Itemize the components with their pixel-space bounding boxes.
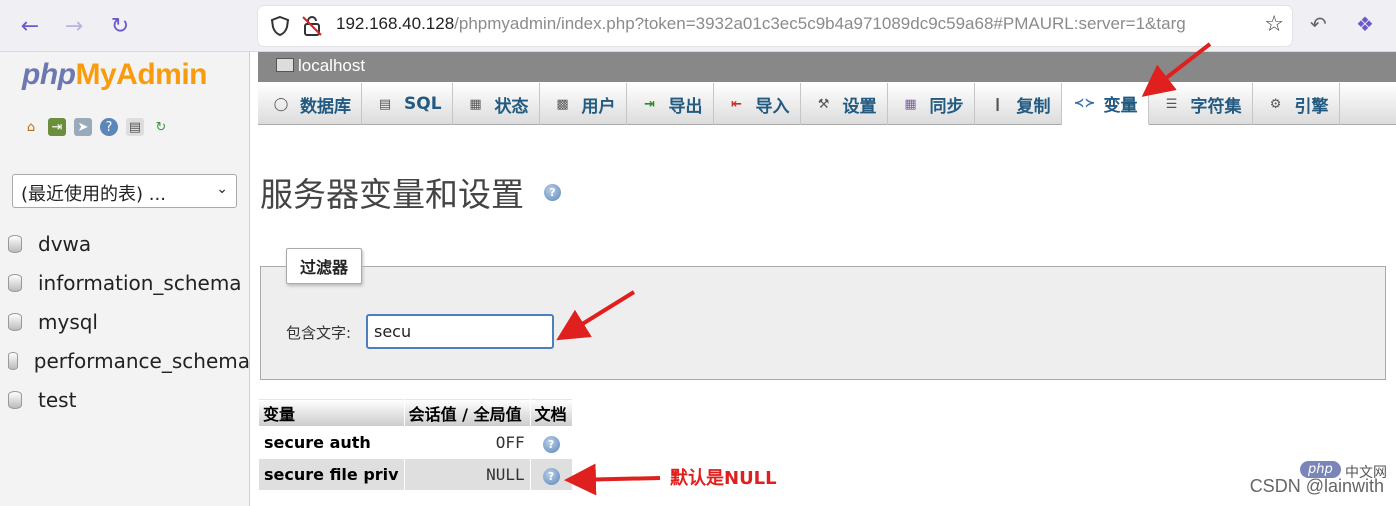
watermark-text: CSDN @lainwith [1249,476,1384,496]
annotation-note: 默认是NULL [670,468,777,489]
annotation-arrows [556,42,1212,496]
arrow-to-null-value [564,463,661,496]
arrow-to-filter-input [556,290,636,341]
arrow-to-variables-tab [1141,42,1212,97]
